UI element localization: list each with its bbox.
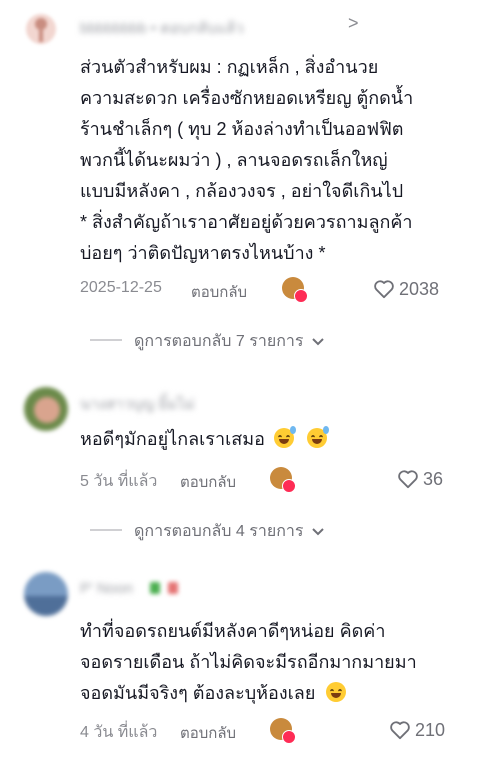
heart-outline-icon bbox=[374, 280, 394, 299]
sweat-smile-emoji bbox=[306, 426, 329, 448]
comment-date: 2025-12-25 bbox=[80, 279, 162, 296]
avatar[interactable] bbox=[24, 572, 68, 616]
chevron-right-icon: > bbox=[348, 13, 359, 33]
comment-line: ทำที่จอดรถยนต์มีหลังคาดีๆหน่อย คิดค่า bbox=[80, 621, 386, 641]
comment-line: ส่วนตัวสำหรับผม : กฏเหล็ก , สิ่งอำนวย bbox=[80, 57, 379, 77]
comment-body: ทำที่จอดรถยนต์มีหลังคาดีๆหน่อย คิดค่า จอ… bbox=[80, 616, 417, 709]
view-replies-button[interactable]: ดูการตอบกลับ 7 รายการ bbox=[134, 329, 325, 354]
creator-liked-badge-icon bbox=[270, 467, 296, 493]
view-replies-label: ดูการตอบกลับ 4 รายการ bbox=[134, 523, 304, 540]
heart-outline-icon bbox=[398, 470, 418, 489]
comment-date: 4 วัน ที่แล้ว bbox=[80, 724, 158, 741]
like-button[interactable]: 2038 bbox=[373, 277, 439, 301]
avatar[interactable] bbox=[24, 387, 68, 431]
comment-line: ความสะดวก เครื่องซักหยอดเหรียญ ตู้กดน้ำ bbox=[80, 88, 414, 108]
comment-line: พวกนี้ได้นะผมว่า ) , ลานจอดรถเล็กใหญ่ bbox=[80, 150, 388, 170]
reply-button[interactable]: ตอบกลับ bbox=[180, 470, 236, 494]
laughing-emoji bbox=[326, 682, 347, 702]
comment-username[interactable]: bbbbbbbb • ตอบกลับแล้ว bbox=[80, 16, 244, 40]
comment-line: จอดมันมีจริงๆ ต้องละบุห้องเลย bbox=[80, 678, 417, 709]
comment-line: แบบมีหลังคา , กล้องวงจร , อย่าใจดีเกินไป bbox=[80, 181, 404, 201]
divider bbox=[90, 529, 122, 531]
comment-body: หอดีๆมักอยู่ไกลเราเสมอ bbox=[80, 424, 329, 455]
avatar[interactable] bbox=[26, 14, 56, 44]
creator-liked-badge-icon bbox=[270, 718, 296, 744]
view-replies-button[interactable]: ดูการตอบกลับ 4 รายการ bbox=[134, 519, 325, 544]
view-replies-label: ดูการตอบกลับ 7 รายการ bbox=[134, 333, 304, 350]
like-count: 36 bbox=[423, 468, 444, 489]
comment-body: ส่วนตัวสำหรับผม : กฏเหล็ก , สิ่งอำนวย คว… bbox=[80, 52, 413, 269]
creator-liked-badge-icon bbox=[282, 277, 308, 303]
chevron-down-icon bbox=[312, 527, 325, 535]
comment-line: บ่อยๆ ว่าติดปัญหาตรงไหนบ้าง * bbox=[80, 243, 326, 263]
reply-button[interactable]: ตอบกลับ bbox=[191, 280, 247, 304]
like-button[interactable]: 36 bbox=[397, 467, 443, 491]
comment-line: * สิ่งสำคัญถ้าเราอาศัยอยู่ด้วยควรถามลูกค… bbox=[80, 212, 413, 232]
sweat-smile-emoji bbox=[273, 426, 296, 448]
comment-line-text: จอดมันมีจริงๆ ต้องละบุห้องเลย bbox=[80, 683, 316, 703]
comment-line: จอดรายเดือน ถ้าไม่คิดจะมีรถอีกมากมายมา bbox=[80, 652, 417, 672]
comment-badges bbox=[150, 582, 190, 594]
comment-username[interactable]: นางสาวบุญ ยิ้มไม่ bbox=[80, 392, 195, 416]
comment-username[interactable]: P' Noon bbox=[80, 580, 133, 597]
comment-line: ร้านชำเล็กๆ ( ทุบ 2 ห้องล่างทำเป็นออฟฟิต bbox=[80, 119, 404, 139]
reply-button[interactable]: ตอบกลับ bbox=[180, 721, 236, 745]
chevron-down-icon bbox=[312, 337, 325, 345]
comment-line: หอดีๆมักอยู่ไกลเราเสมอ bbox=[80, 429, 265, 449]
divider bbox=[90, 339, 122, 341]
heart-outline-icon bbox=[390, 721, 410, 740]
like-count: 2038 bbox=[399, 278, 440, 299]
like-button[interactable]: 210 bbox=[389, 718, 445, 742]
like-count: 210 bbox=[415, 719, 446, 740]
comment-date: 5 วัน ที่แล้ว bbox=[80, 473, 158, 490]
